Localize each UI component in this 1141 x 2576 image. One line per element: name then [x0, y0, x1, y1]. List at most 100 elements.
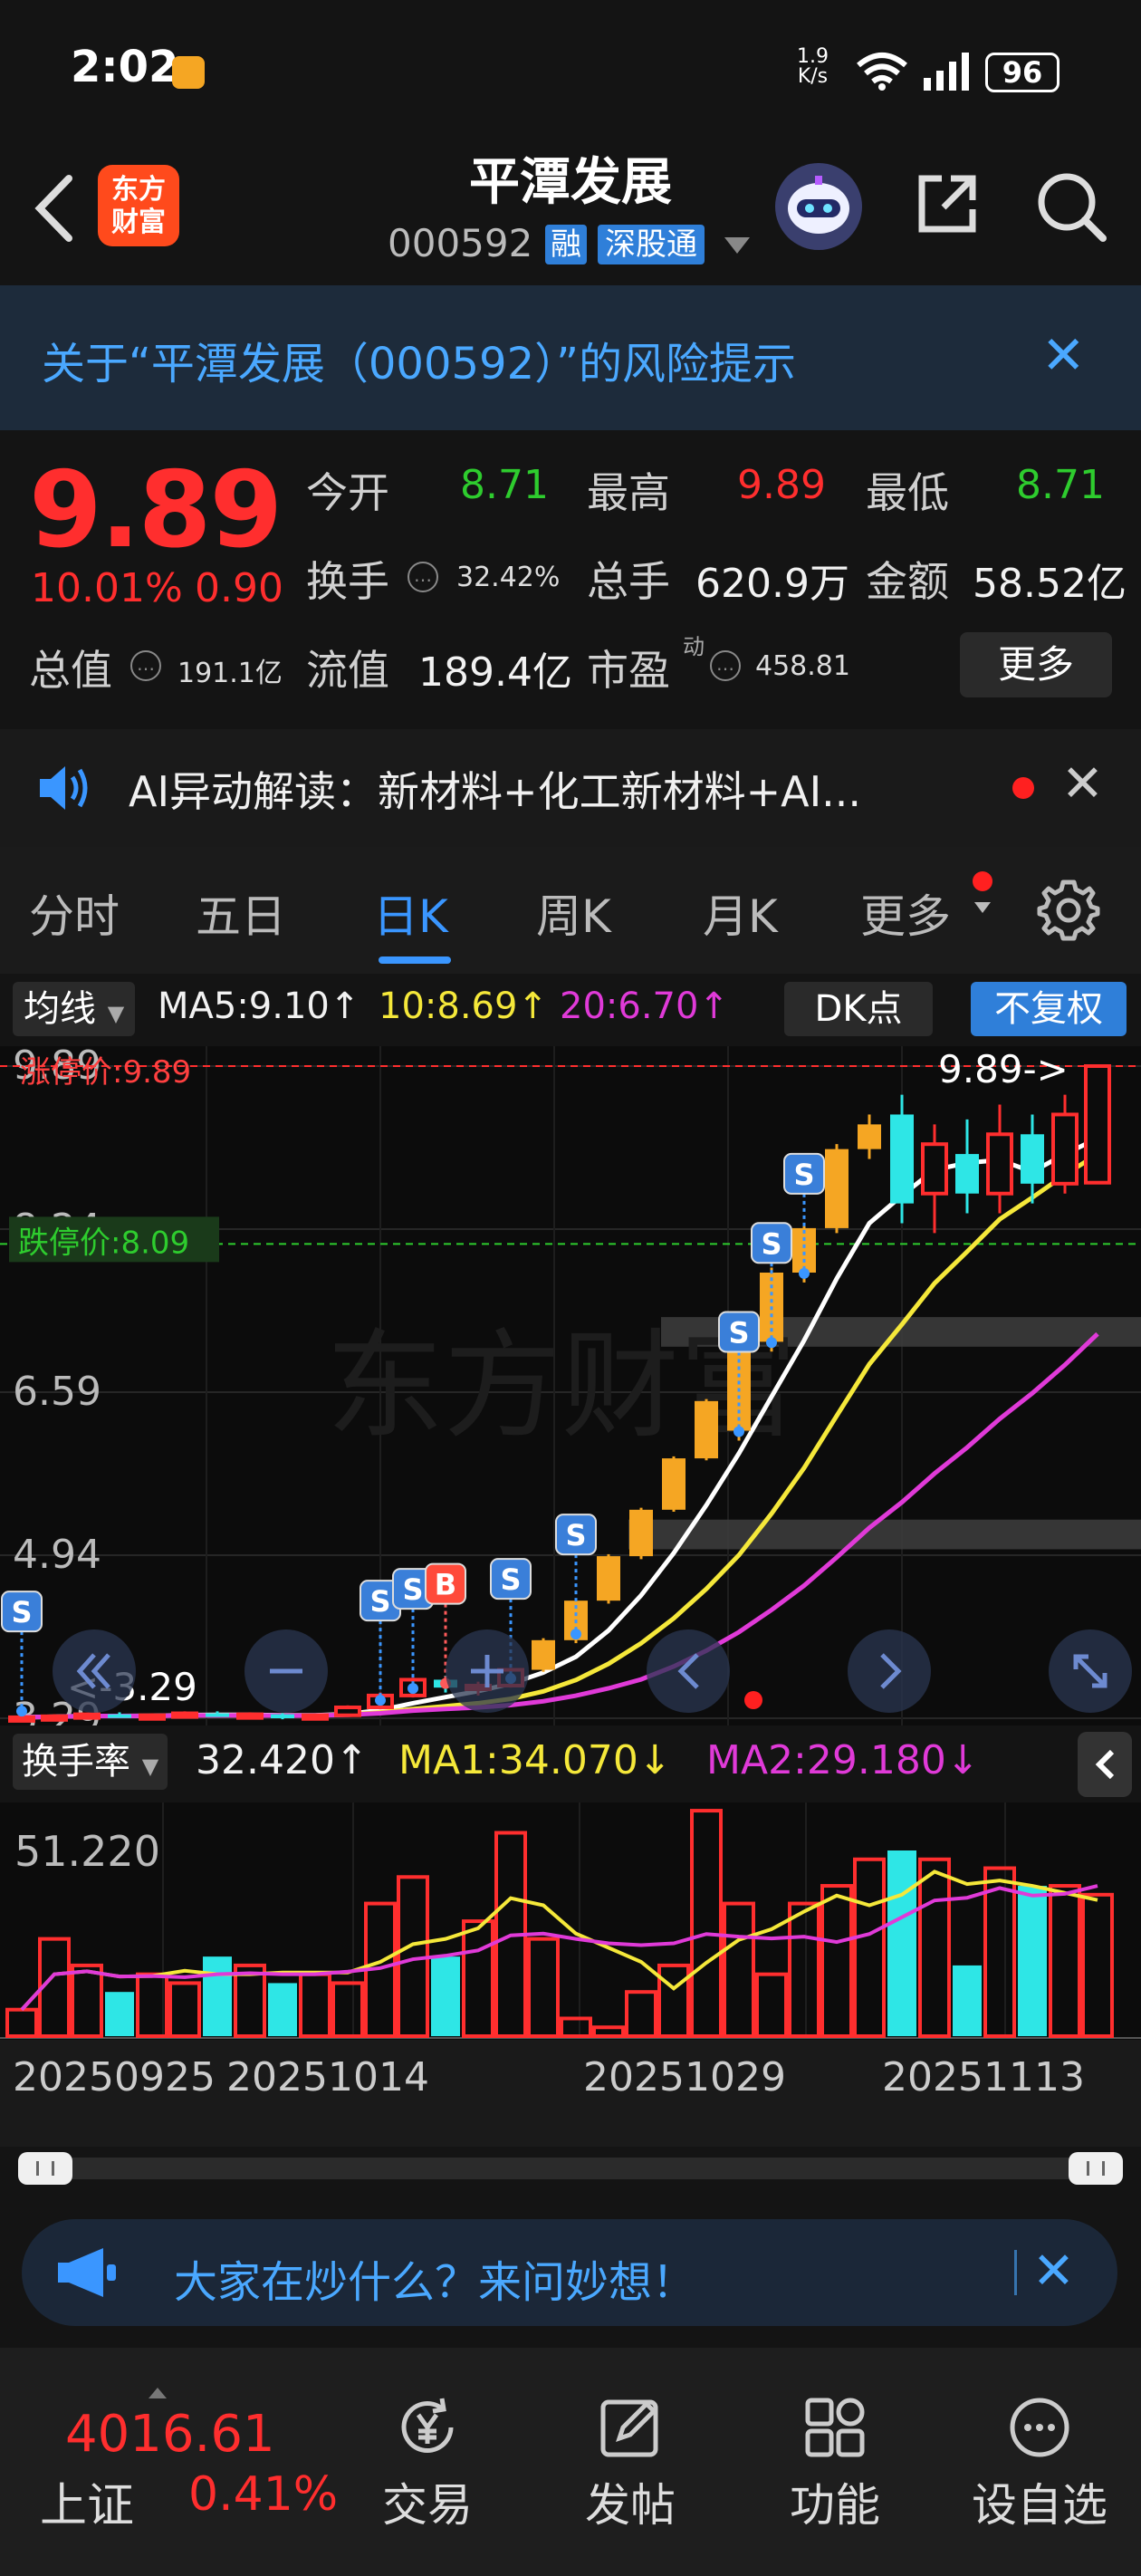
unread-dot — [1012, 777, 1034, 799]
nav-functions[interactable]: 功能 — [753, 2391, 916, 2534]
kline-chart[interactable]: 9.898.246.594.943.29 东方财富 SSSBSSSSS 涨停价:… — [0, 1046, 1141, 1725]
candle — [1084, 1064, 1111, 1185]
fullscreen-control[interactable] — [1049, 1629, 1132, 1713]
index-expand-icon[interactable] — [149, 2388, 167, 2398]
turnover-chart[interactable]: 51.220 20250925 20251014 20251029 20251113 — [0, 1802, 1141, 2147]
candle-body — [921, 1142, 948, 1196]
pe-info-icon[interactable]: … — [710, 650, 741, 681]
network-speed: 1.9 K/s — [797, 45, 829, 88]
signal-dot — [408, 1683, 418, 1695]
ask-bar-close-icon[interactable]: ✕ — [1032, 2244, 1075, 2299]
candle-body — [41, 1714, 68, 1722]
low-label: 最低 — [866, 468, 949, 517]
candle-body — [986, 1132, 1013, 1196]
tab-intraday[interactable]: 分时 — [29, 880, 120, 946]
robot-icon — [788, 176, 849, 234]
signal-label: S — [761, 1226, 781, 1261]
chevron-down-icon[interactable] — [724, 237, 750, 254]
search-icon[interactable] — [1032, 168, 1108, 244]
turnover-bar — [105, 1992, 134, 2036]
candle-body — [8, 1715, 35, 1723]
signal-label: S — [369, 1584, 390, 1619]
candle — [597, 1553, 620, 1604]
next-control[interactable] — [848, 1629, 931, 1713]
candle — [629, 1507, 653, 1560]
gear-icon[interactable] — [1036, 877, 1101, 942]
ai-assistant-avatar[interactable] — [775, 163, 862, 250]
limit-up-label: 涨停价:9.89 — [20, 1054, 191, 1091]
float-cap-value: 189.4亿 — [418, 649, 572, 696]
tab-more-dot — [973, 871, 992, 891]
candle-body — [139, 1713, 166, 1721]
nav-post[interactable]: 发帖 — [549, 2391, 712, 2534]
y-axis-label: 6.59 — [13, 1369, 101, 1415]
turnover-info-icon[interactable]: … — [408, 562, 438, 592]
candle — [171, 1711, 198, 1719]
index-change-percent[interactable]: 0.41% — [188, 2467, 338, 2522]
candle-body — [955, 1154, 979, 1194]
candle — [825, 1144, 849, 1234]
ma20-value: 20:6.70↑ — [560, 985, 729, 1027]
candle-body — [662, 1458, 686, 1510]
zoom-in-control[interactable] — [446, 1629, 529, 1713]
collapse-panel-button[interactable] — [1078, 1732, 1132, 1797]
caret-down-icon — [974, 902, 991, 913]
volume-value: 620.9万 — [695, 561, 849, 607]
range-handle-right[interactable] — [1069, 2152, 1123, 2185]
turnover-bar — [953, 1965, 982, 2036]
stock-code: 000592 — [388, 221, 533, 265]
more-dots-icon — [1010, 2398, 1069, 2457]
ask-ai-text[interactable]: 大家在炒什么？来问妙想！ — [174, 2246, 695, 2310]
dropdown-icon: ▼ — [107, 1001, 125, 1026]
turnover-bar — [431, 1956, 460, 2036]
mktcap-value: 191.1亿 — [177, 658, 283, 689]
candle — [532, 1638, 555, 1672]
x-axis-date: 20251113 — [882, 2054, 1085, 2100]
nav-trade[interactable]: 交易 — [346, 2391, 509, 2534]
zoom-out-control[interactable] — [244, 1629, 328, 1713]
candle-body — [597, 1556, 620, 1601]
prev-control[interactable] — [647, 1629, 730, 1713]
signal-dot — [734, 1426, 744, 1437]
dk-point-button[interactable]: DK点 — [784, 982, 933, 1036]
pe-value: 458.81 — [755, 650, 850, 682]
candle-body — [73, 1712, 101, 1720]
more-quote-button[interactable]: 更多 — [960, 632, 1112, 697]
tab-daily-k[interactable]: 日K — [373, 880, 448, 946]
signal-dot — [375, 1695, 386, 1706]
mktcap-info-icon[interactable]: … — [130, 650, 161, 681]
candle-body — [108, 1714, 131, 1718]
nav-watchlist[interactable]: 设自选 — [958, 2391, 1121, 2534]
chart-range-scrollbar[interactable] — [18, 2158, 1123, 2179]
tab-more[interactable]: 更多 — [860, 880, 951, 946]
turnover-bar — [203, 1956, 232, 2036]
adjust-mode-button[interactable]: 不复权 — [971, 982, 1127, 1036]
candle-body — [334, 1706, 361, 1717]
signal-dot — [16, 1706, 27, 1717]
range-handle-left[interactable] — [18, 2152, 72, 2185]
turnover-select-label: 换手率 — [22, 1741, 130, 1783]
tab-weekly-k[interactable]: 周K — [536, 880, 611, 946]
share-icon[interactable] — [911, 168, 983, 240]
connect-tag: 深股通 — [598, 225, 705, 264]
back-arrow-icon[interactable] — [27, 168, 82, 249]
app-logo: 东方 财富 — [98, 165, 179, 246]
indicator-select[interactable]: 均线 ▼ — [13, 982, 136, 1036]
risk-banner-close-icon[interactable]: ✕ — [1041, 328, 1086, 382]
risk-banner-text[interactable]: 关于“平潭发展（000592）”的风险提示 — [42, 328, 796, 391]
tab-five-day[interactable]: 五日 — [196, 880, 286, 946]
support-zone — [628, 1519, 1141, 1550]
ai-insight-text[interactable]: AI异动解读：新材料+化工新材料+AI... — [129, 759, 861, 819]
turnover-current: 32.420↑ — [196, 1737, 369, 1783]
high-label: 最高 — [587, 468, 670, 517]
tab-monthly-k[interactable]: 月K — [703, 880, 778, 946]
candle-body — [695, 1400, 718, 1459]
index-value[interactable]: 4016.61 — [65, 2405, 275, 2464]
turnover-indicator-select[interactable]: 换手率 ▼ — [13, 1734, 168, 1790]
candle-body — [1084, 1064, 1111, 1185]
rewind-control[interactable] — [53, 1629, 136, 1713]
ai-bar-close-icon[interactable]: ✕ — [1061, 757, 1104, 812]
candle-body — [890, 1114, 914, 1204]
notification-badge-icon — [172, 56, 205, 89]
index-name[interactable]: 上证 — [40, 2467, 134, 2535]
